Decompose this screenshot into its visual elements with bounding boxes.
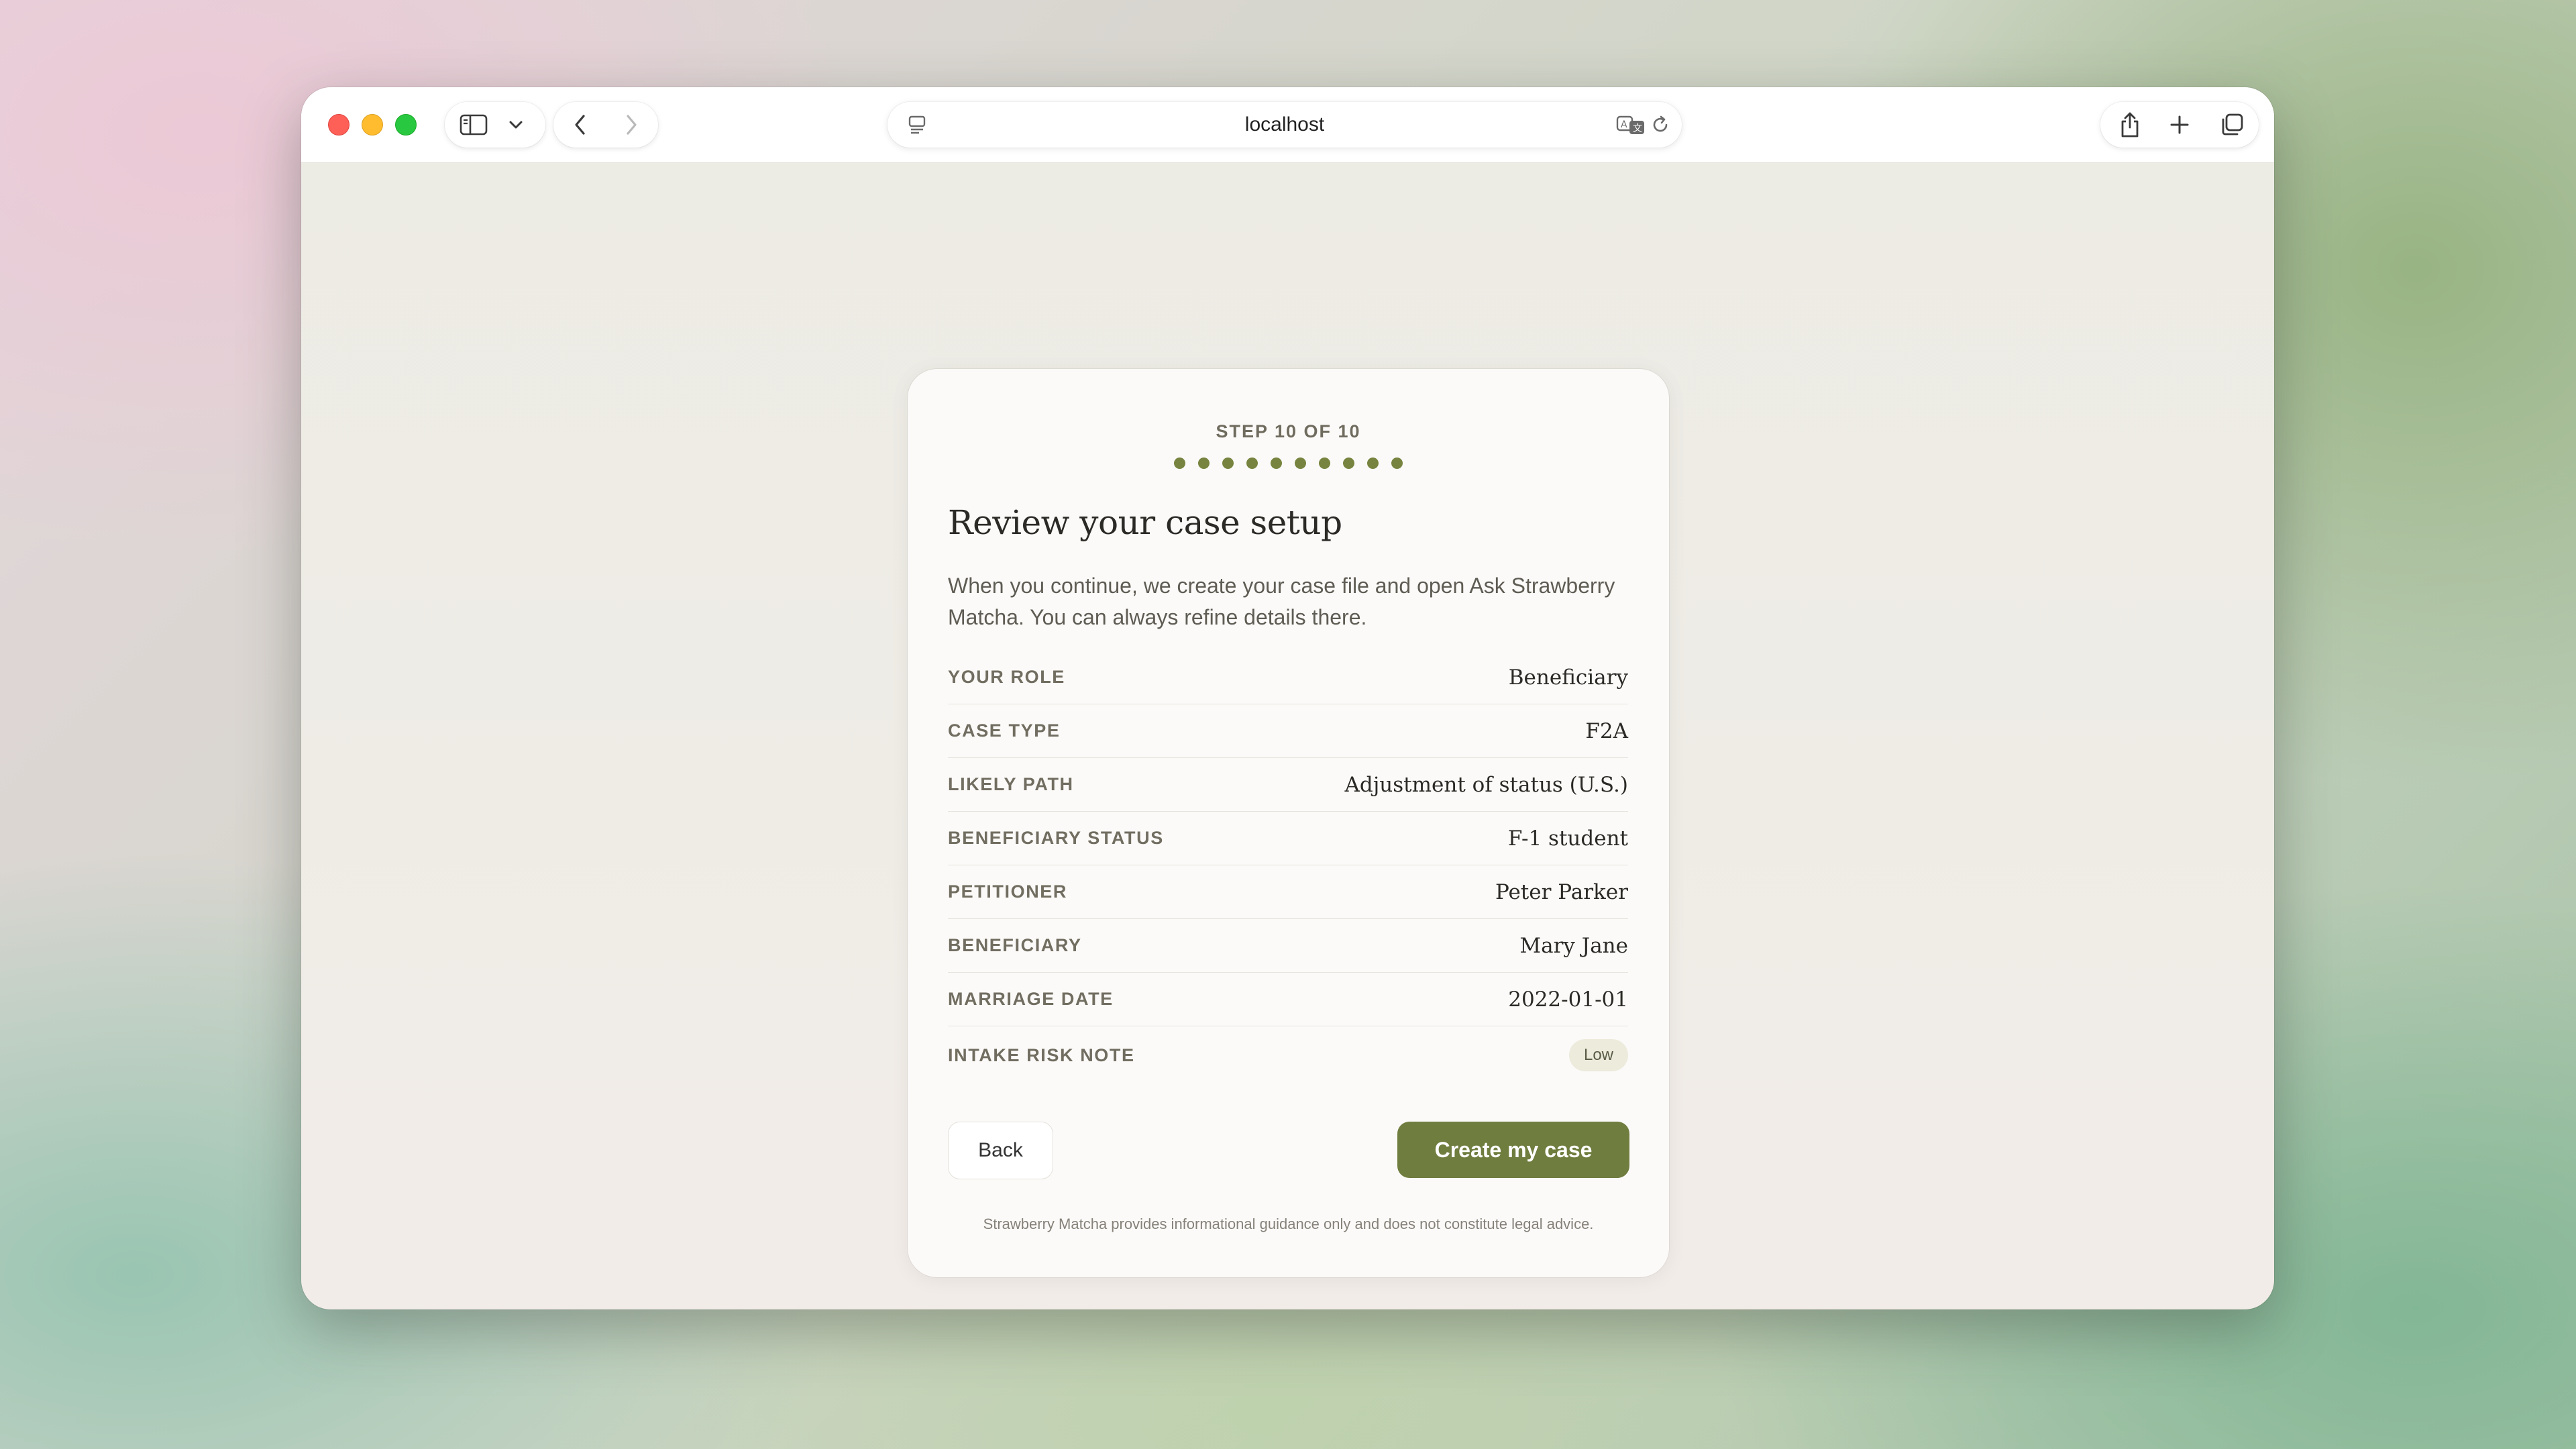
forward-arrow-icon[interactable] <box>618 111 645 138</box>
browser-toolbar: localhost A文 <box>301 87 2274 163</box>
summary-row-beneficiary: BENEFICIARY Mary Jane <box>948 919 1628 973</box>
step-dot <box>1198 458 1210 469</box>
page-description: When you continue, we create your case f… <box>948 574 1615 629</box>
chevron-down-icon[interactable] <box>502 114 529 136</box>
summary-value: Peter Parker <box>1495 879 1628 904</box>
summary-label: YOUR ROLE <box>948 667 1065 687</box>
summary-row-intake-risk-note: INTAKE RISK NOTE Low <box>948 1026 1628 1084</box>
window-actions <box>2100 102 2259 148</box>
step-dot <box>1319 458 1330 469</box>
summary-value: F2A <box>1585 718 1628 743</box>
url-text: localhost <box>1244 113 1325 136</box>
step-dot <box>1174 458 1185 469</box>
summary-label: BENEFICIARY <box>948 935 1082 955</box>
summary-label: CASE TYPE <box>948 720 1061 741</box>
summary-row-marriage-date: MARRIAGE DATE 2022-01-01 <box>948 973 1628 1026</box>
browser-window: localhost A文 STEP 10 OF 10 Review your c… <box>301 87 2274 1309</box>
legal-disclaimer: Strawberry Matcha provides informational… <box>983 1216 1594 1232</box>
step-dot <box>1295 458 1306 469</box>
summary-value: Mary Jane <box>1519 933 1628 958</box>
summary-label: INTAKE RISK NOTE <box>948 1044 1135 1065</box>
share-icon[interactable] <box>2115 110 2145 140</box>
summary-value: F-1 student <box>1507 826 1628 851</box>
summary-label: BENEFICIARY STATUS <box>948 828 1164 848</box>
summary-row-likely-path: LIKELY PATH Adjustment of status (U.S.) <box>948 758 1628 812</box>
summary-value: Adjustment of status (U.S.) <box>1344 772 1628 797</box>
summary-row-case-type: CASE TYPE F2A <box>948 704 1628 758</box>
review-card: STEP 10 OF 10 Review your case setup Whe… <box>908 369 1669 1277</box>
step-dot <box>1246 458 1258 469</box>
step-dot <box>1343 458 1354 469</box>
tab-overview-icon[interactable] <box>2217 110 2247 140</box>
back-button[interactable]: Back <box>948 1122 1053 1179</box>
summary-label: MARRIAGE DATE <box>948 989 1114 1009</box>
summary-value: 2022-01-01 <box>1508 987 1628 1012</box>
sidebar-icon[interactable] <box>458 113 489 137</box>
summary-row-beneficiary-status: BENEFICIARY STATUS F-1 student <box>948 812 1628 865</box>
address-bar[interactable]: localhost A文 <box>888 102 1682 148</box>
summary-list: YOUR ROLE Beneficiary CASE TYPE F2A LIKE… <box>948 651 1628 1084</box>
back-arrow-icon[interactable] <box>567 111 594 138</box>
summary-row-petitioner: PETITIONER Peter Parker <box>948 865 1628 919</box>
close-window-button[interactable] <box>328 114 350 136</box>
page-title: Review your case setup <box>948 503 1342 542</box>
summary-row-your-role: YOUR ROLE Beneficiary <box>948 651 1628 704</box>
sidebar-controls <box>445 102 545 148</box>
summary-label: LIKELY PATH <box>948 774 1074 794</box>
svg-text:A: A <box>1621 119 1627 130</box>
page-content: STEP 10 OF 10 Review your case setup Whe… <box>301 163 2274 1309</box>
new-tab-icon[interactable] <box>2165 110 2194 140</box>
create-case-button[interactable]: Create my case <box>1397 1122 1629 1178</box>
translate-icon[interactable]: A文 <box>1616 113 1646 137</box>
svg-text:文: 文 <box>1633 123 1642 134</box>
step-dot <box>1367 458 1379 469</box>
step-progress-dots <box>908 458 1669 469</box>
navigation-controls <box>553 102 658 148</box>
step-dot <box>1222 458 1234 469</box>
minimize-window-button[interactable] <box>362 114 383 136</box>
reload-icon[interactable] <box>1648 113 1672 137</box>
step-dot <box>1271 458 1282 469</box>
summary-label: PETITIONER <box>948 881 1068 902</box>
step-dot <box>1391 458 1403 469</box>
step-indicator-label: STEP 10 OF 10 <box>1216 421 1361 441</box>
zoom-window-button[interactable] <box>395 114 417 136</box>
summary-value: Beneficiary <box>1508 665 1628 690</box>
risk-level-badge: Low <box>1568 1039 1628 1071</box>
